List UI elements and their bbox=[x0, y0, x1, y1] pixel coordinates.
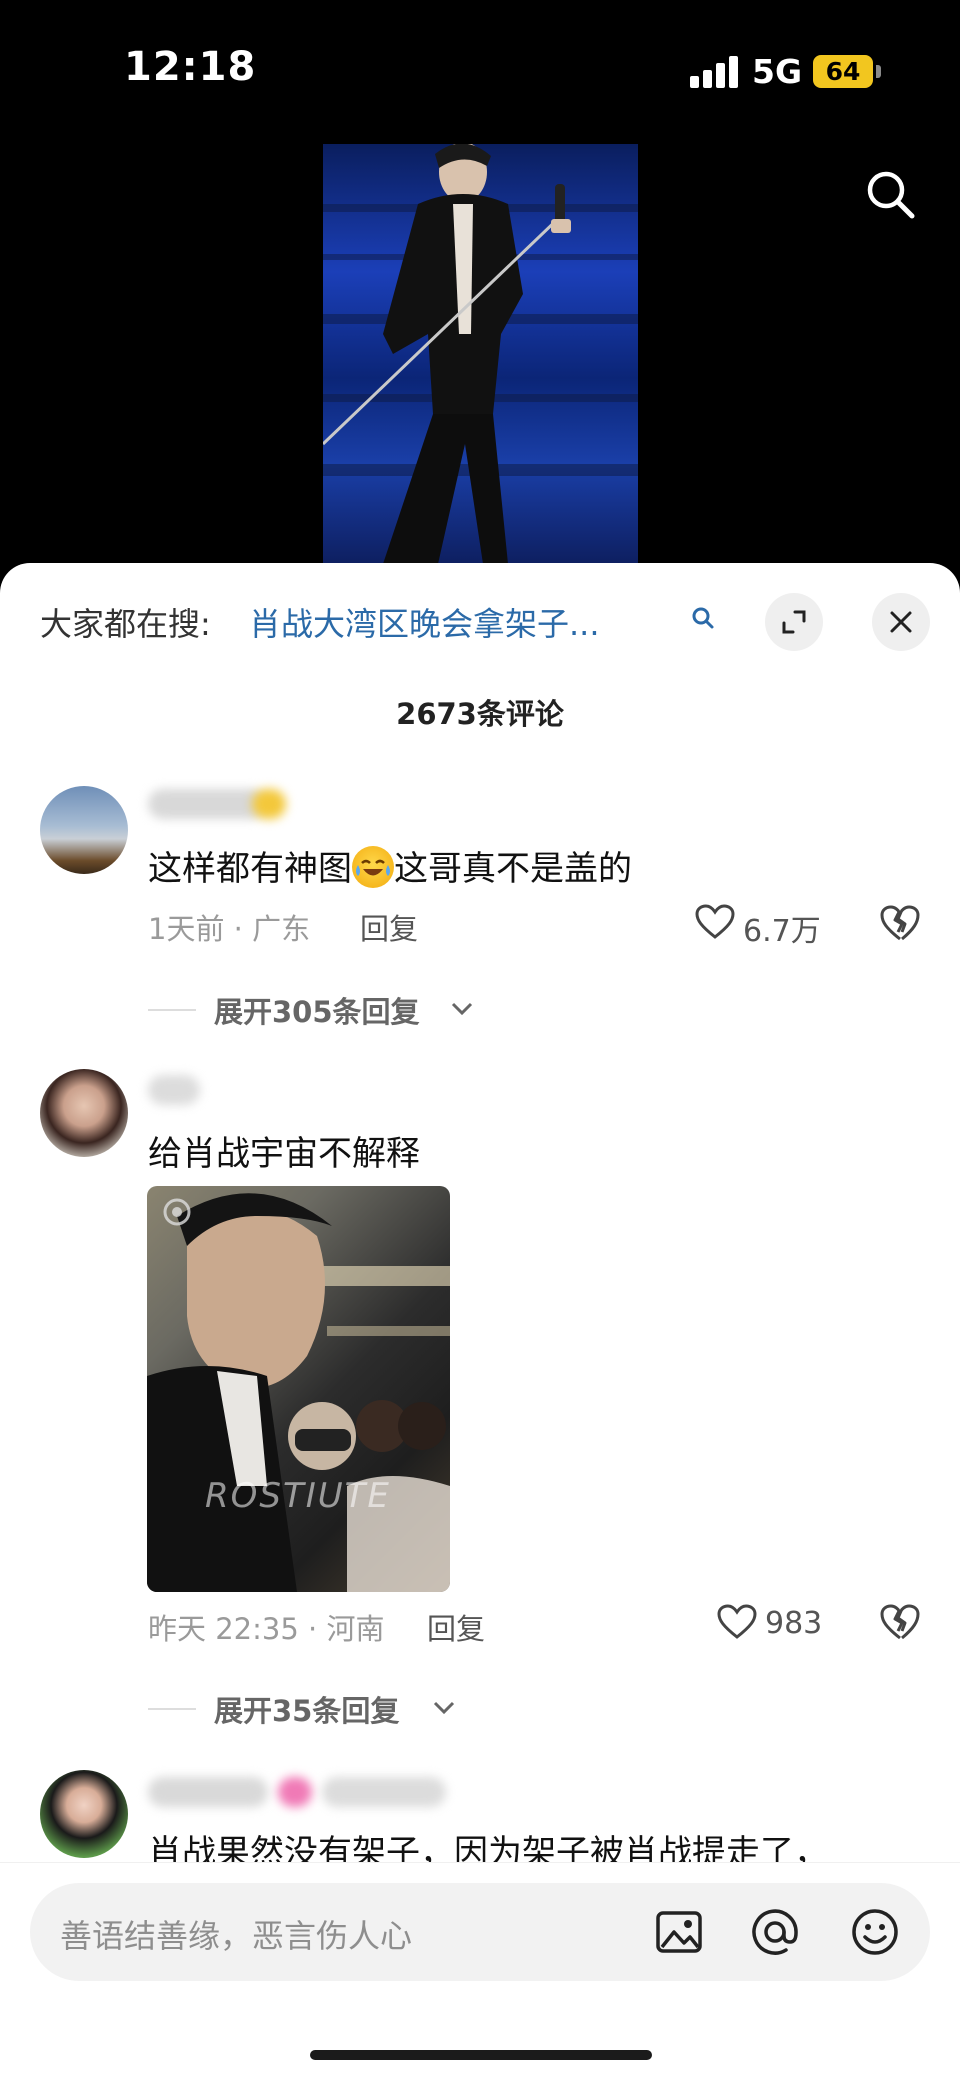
image-watermark: ROSTIUTE bbox=[205, 1476, 391, 1516]
crying-laughing-emoji bbox=[352, 846, 394, 888]
username-blurred[interactable] bbox=[148, 789, 266, 819]
close-icon bbox=[890, 611, 912, 633]
expand-button[interactable] bbox=[765, 593, 823, 651]
network-type: 5G bbox=[752, 52, 803, 91]
battery-nub bbox=[876, 65, 881, 78]
comment-meta: 昨天 22:35 · 河南 bbox=[148, 1612, 385, 1646]
search-hint-link[interactable]: 肖战大湾区晚会拿架子... bbox=[249, 599, 600, 645]
comment-count: 2673条评论 bbox=[396, 697, 564, 731]
search-hint-prefix: 大家都在搜: bbox=[40, 605, 211, 643]
like-count: 983 bbox=[765, 1606, 823, 1641]
video-thumbnail[interactable] bbox=[323, 144, 638, 570]
comment-meta: 1天前 · 广东 bbox=[148, 912, 311, 946]
avatar[interactable] bbox=[40, 1069, 128, 1157]
comment-text: 这样都有神图 这哥真不是盖的 bbox=[148, 841, 632, 890]
divider-line bbox=[148, 1708, 196, 1710]
comment-image[interactable]: ROSTIUTE bbox=[147, 1186, 450, 1592]
expand-replies-label: 展开305条回复 bbox=[214, 995, 420, 1029]
expand-replies-label: 展开35条回复 bbox=[214, 1694, 400, 1728]
chevron-down-icon bbox=[451, 1002, 473, 1016]
close-button[interactable] bbox=[872, 593, 930, 651]
image-icon[interactable] bbox=[654, 1907, 704, 1957]
signal-icon bbox=[690, 56, 738, 88]
comment-sheet: 大家都在搜: 肖战大湾区晚会拿架子... 2673条评论 这样都有神图 这哥真不是… bbox=[0, 563, 960, 2081]
heart-icon[interactable] bbox=[695, 904, 735, 940]
expand-replies-button[interactable]: 展开305条回复 bbox=[148, 989, 548, 1029]
expand-replies-button[interactable]: 展开35条回复 bbox=[148, 1688, 548, 1728]
reply-button[interactable]: 回复 bbox=[427, 1606, 485, 1648]
reply-button[interactable]: 回复 bbox=[360, 906, 418, 948]
comment-photo bbox=[147, 1193, 450, 1592]
status-bar: 12:18 5G 64 bbox=[0, 0, 960, 140]
comment-input[interactable]: 善语结善缘，恶言伤人心 bbox=[30, 1883, 930, 1981]
comment-input-bar: 善语结善缘，恶言伤人心 bbox=[0, 1862, 960, 2081]
status-time: 12:18 bbox=[124, 44, 257, 90]
username-blurred[interactable] bbox=[148, 1777, 268, 1807]
user-tag-blurred bbox=[322, 1777, 446, 1807]
user-badge bbox=[252, 789, 286, 819]
comment-text-part: 这样都有神图 bbox=[148, 849, 352, 889]
search-button[interactable] bbox=[862, 166, 918, 222]
home-indicator[interactable] bbox=[310, 2050, 652, 2060]
hint-search-icon[interactable] bbox=[690, 605, 716, 631]
comment-text-part: 这哥真不是盖的 bbox=[394, 849, 632, 889]
video-area[interactable] bbox=[0, 140, 960, 570]
search-icon bbox=[867, 171, 915, 219]
emoji-icon[interactable] bbox=[850, 1907, 900, 1957]
battery-level: 64 bbox=[825, 57, 861, 86]
broken-heart-icon[interactable] bbox=[880, 1603, 920, 1641]
comment-text: 给肖战宇宙不解释 bbox=[148, 1134, 420, 1174]
username-blurred[interactable] bbox=[148, 1075, 200, 1105]
at-icon[interactable] bbox=[750, 1907, 800, 1957]
chevron-down-icon bbox=[433, 1701, 455, 1715]
heart-icon[interactable] bbox=[717, 1604, 757, 1640]
expand-icon bbox=[782, 610, 806, 634]
avatar[interactable] bbox=[40, 786, 128, 874]
like-count: 6.7万 bbox=[743, 914, 821, 949]
broken-heart-icon[interactable] bbox=[880, 904, 920, 942]
avatar[interactable] bbox=[40, 1770, 128, 1858]
performer-silhouette bbox=[323, 144, 638, 564]
comment-input-placeholder: 善语结善缘，恶言伤人心 bbox=[60, 1917, 413, 1955]
sheet-header: 大家都在搜: 肖战大湾区晚会拿架子... bbox=[0, 563, 960, 673]
user-badge bbox=[278, 1777, 312, 1807]
battery-icon: 64 bbox=[813, 55, 873, 88]
divider-line bbox=[148, 1009, 196, 1011]
